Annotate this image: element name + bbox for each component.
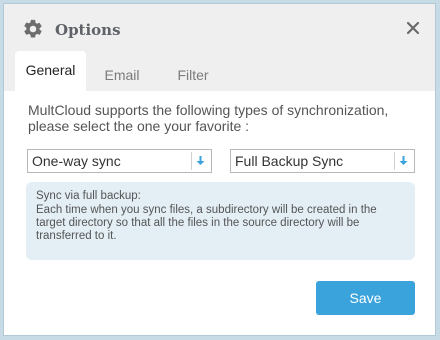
sync-type-select[interactable]: One-way sync — [27, 149, 212, 173]
close-icon[interactable] — [405, 20, 421, 36]
dropdown-arrow-icon[interactable] — [191, 152, 209, 170]
sync-description: MultCloud supports the following types o… — [28, 102, 389, 134]
info-text: Each time when you sync files, a subdire… — [36, 204, 377, 242]
options-dialog: Options General Email Filter MultCloud s… — [3, 3, 436, 336]
save-button[interactable]: Save — [316, 281, 415, 315]
sync-mode-value: Full Backup Sync — [235, 153, 344, 169]
sync-type-value: One-way sync — [32, 153, 121, 169]
tab-email[interactable]: Email — [102, 55, 142, 95]
info-title: Sync via full backup: — [36, 190, 141, 202]
tab-general[interactable]: General — [15, 51, 86, 91]
sync-info-box: Sync via full backup: Each time when you… — [26, 182, 415, 260]
gear-icon — [24, 19, 42, 38]
dialog-header: Options General Email Filter — [4, 4, 435, 91]
tab-filter[interactable]: Filter — [171, 55, 215, 95]
dialog-title: Options — [55, 21, 121, 39]
sync-mode-select[interactable]: Full Backup Sync — [230, 149, 415, 173]
dropdown-arrow-icon[interactable] — [394, 152, 412, 170]
